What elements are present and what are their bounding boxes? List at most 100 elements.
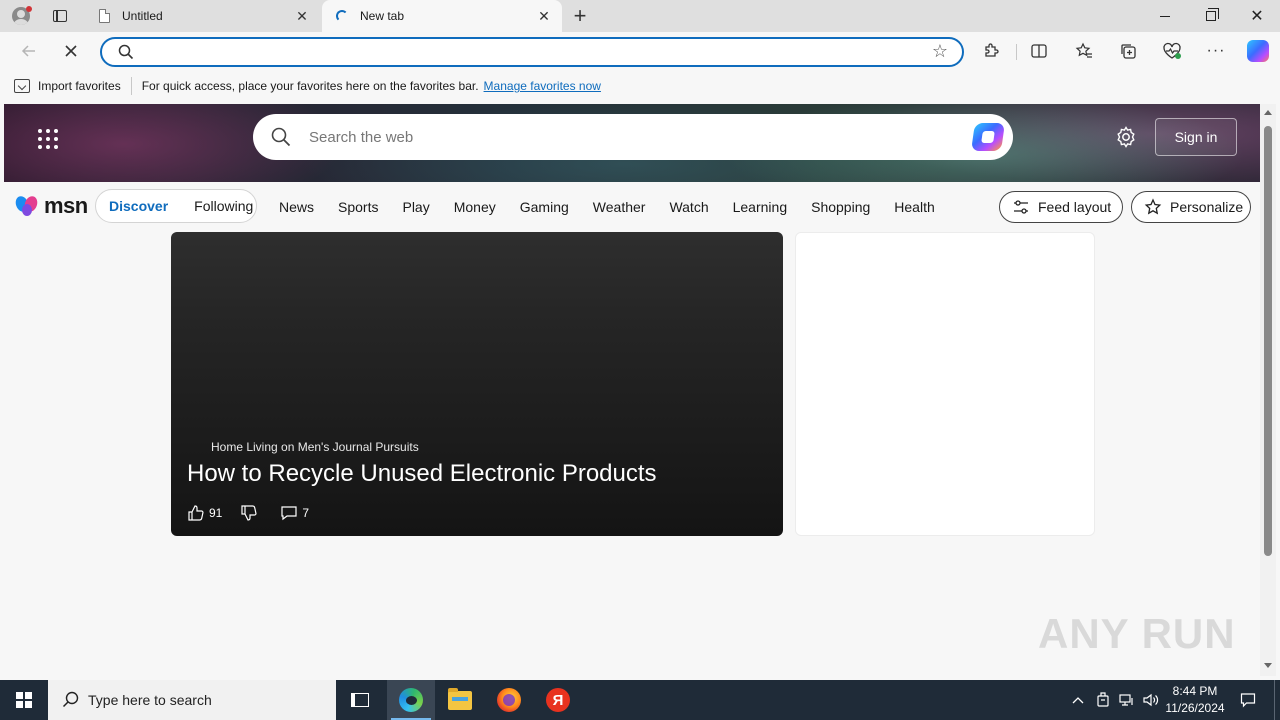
favorites-button[interactable] (1068, 35, 1100, 67)
clock-time: 8:44 PM (1172, 684, 1218, 698)
network-icon (1119, 694, 1133, 706)
restore-icon (1206, 8, 1219, 21)
manage-favorites-link[interactable]: Manage favorites now (484, 79, 601, 93)
personalize-label: Personalize (1170, 199, 1244, 215)
puzzle-icon (985, 43, 999, 57)
tab-following[interactable]: Following (181, 198, 266, 214)
extensions-button[interactable] (975, 35, 1007, 67)
category-weather[interactable]: Weather (593, 199, 646, 215)
loading-spinner-icon (334, 8, 350, 24)
likes-count: 91 (209, 506, 223, 520)
web-search-input[interactable] (309, 126, 949, 148)
address-bar[interactable]: ☆ (100, 37, 964, 67)
page-scrollbar[interactable] (1260, 104, 1276, 676)
category-sports[interactable]: Sports (338, 199, 378, 215)
clock-date: 11/26/2024 (1165, 701, 1225, 715)
tab-close-button[interactable]: ✕ (534, 6, 554, 26)
web-search-box[interactable] (253, 114, 1013, 160)
favorites-star-list-icon (1075, 42, 1092, 58)
sign-in-button[interactable]: Sign in (1155, 118, 1237, 156)
tray-volume[interactable] (1140, 680, 1162, 720)
tab-untitled[interactable]: Untitled ✕ (84, 0, 320, 32)
taskbar-yandex[interactable]: Я (534, 680, 582, 720)
comment-icon[interactable] (280, 504, 298, 522)
taskbar-edge[interactable] (387, 680, 435, 720)
anyrun-watermark: ANY RUN (1038, 610, 1236, 657)
show-desktop-button[interactable] (1274, 680, 1275, 720)
personalize-button[interactable]: Personalize (1131, 191, 1251, 223)
search-icon (118, 44, 134, 60)
collections-button[interactable] (1112, 35, 1144, 67)
copilot-icon (1247, 40, 1269, 62)
new-tab-button[interactable]: + (568, 3, 592, 28)
msn-navigation: msn Discover Following News Sports Play … (4, 182, 1260, 232)
category-play[interactable]: Play (402, 199, 429, 215)
import-favorites-label: Import favorites (38, 79, 121, 93)
close-window-button[interactable]: ✕ (1234, 0, 1280, 32)
tab-actions-menu-button[interactable] (48, 6, 72, 26)
show-hidden-icons-button[interactable] (1068, 680, 1088, 720)
split-screen-button[interactable] (1023, 35, 1055, 67)
category-money[interactable]: Money (454, 199, 496, 215)
scroll-up-arrow-icon[interactable] (1264, 110, 1272, 115)
back-button[interactable] (14, 36, 44, 66)
taskbar-search-input[interactable] (88, 692, 318, 708)
import-favorites-button[interactable]: Import favorites (14, 79, 121, 93)
tab-actions-icon (53, 10, 67, 22)
scroll-down-arrow-icon[interactable] (1264, 663, 1272, 668)
task-view-button[interactable] (336, 680, 384, 720)
edge-icon (399, 688, 423, 712)
thumbs-down-icon[interactable] (240, 504, 258, 522)
copilot-logo-icon[interactable] (971, 123, 1005, 151)
search-icon (271, 127, 291, 147)
browser-essentials-button[interactable] (1156, 35, 1188, 67)
tab-new-tab[interactable]: New tab ✕ (322, 0, 562, 32)
restore-button[interactable] (1188, 0, 1234, 32)
tray-device[interactable] (1092, 680, 1114, 720)
category-health[interactable]: Health (894, 199, 934, 215)
close-icon (65, 45, 77, 57)
browser-toolbar: ☆ ··· (0, 32, 1280, 70)
start-button[interactable] (0, 680, 48, 720)
speaker-icon (1143, 693, 1159, 707)
favorites-divider (130, 77, 132, 95)
comments-count: 7 (302, 506, 310, 520)
taskbar-file-explorer[interactable] (436, 680, 484, 720)
settings-and-more-button[interactable]: ··· (1200, 35, 1232, 67)
stop-loading-button[interactable] (56, 36, 86, 66)
usb-device-icon (1097, 692, 1109, 707)
tab-title: Untitled (122, 9, 163, 23)
settings-gear-icon[interactable] (1115, 126, 1137, 148)
category-news[interactable]: News (279, 199, 314, 215)
add-favorite-star-icon[interactable]: ☆ (932, 41, 948, 62)
app-launcher-icon[interactable] (38, 129, 58, 149)
taskbar-search[interactable] (48, 680, 336, 720)
address-input[interactable] (144, 42, 904, 62)
scrollbar-thumb[interactable] (1264, 126, 1272, 556)
category-shopping[interactable]: Shopping (811, 199, 870, 215)
featured-article-card[interactable]: Home Living on Men's Journal Pursuits Ho… (171, 232, 783, 536)
category-gaming[interactable]: Gaming (520, 199, 569, 215)
tab-discover[interactable]: Discover (96, 198, 181, 214)
msn-logo[interactable]: msn (13, 192, 88, 220)
tab-close-button[interactable]: ✕ (292, 6, 312, 26)
category-watch[interactable]: Watch (669, 199, 708, 215)
action-center-button[interactable] (1236, 680, 1260, 720)
system-clock[interactable]: 8:44 PM 11/26/2024 (1160, 683, 1230, 717)
windows-logo-icon (16, 692, 32, 708)
profile-button[interactable] (8, 4, 34, 28)
msn-header-banner: Sign in (4, 104, 1260, 182)
article-headline[interactable]: How to Recycle Unused Electronic Product… (187, 460, 657, 488)
feed-layout-label: Feed layout (1038, 199, 1112, 215)
category-learning[interactable]: Learning (733, 199, 788, 215)
taskbar-firefox[interactable] (485, 680, 533, 720)
feed-toggle: Discover Following (95, 189, 257, 223)
tray-network[interactable] (1116, 680, 1138, 720)
minimize-button[interactable] (1142, 0, 1188, 32)
thumbs-up-icon[interactable] (187, 504, 205, 522)
feed-layout-button[interactable]: Feed layout (999, 191, 1123, 223)
copilot-button[interactable] (1242, 35, 1274, 67)
arrow-left-icon (21, 45, 35, 57)
windows-taskbar: Я 8:44 PM 11/26/2024 (0, 680, 1280, 720)
yandex-icon: Я (546, 688, 570, 712)
